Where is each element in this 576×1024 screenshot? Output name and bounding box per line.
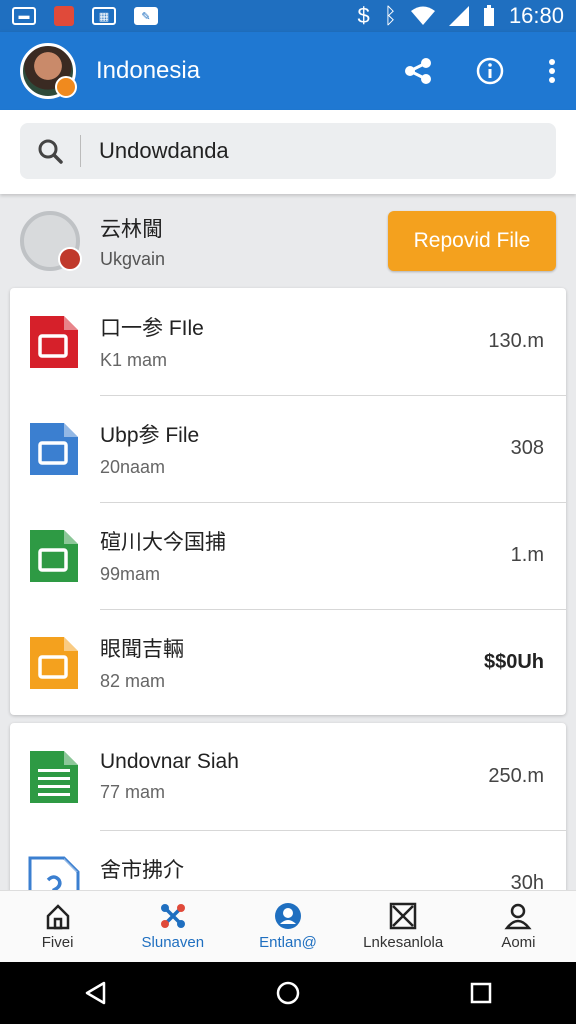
list-item[interactable]: 口一参 FIle K1 mam 130.m — [10, 288, 566, 395]
owner-row: 云林閫 Ukgvain Repovid File — [0, 204, 576, 278]
app-bar: Indonesia — [0, 32, 576, 110]
nav-label: Slunaven — [141, 934, 205, 951]
notification-icon: ▬ — [12, 7, 36, 25]
status-bar: ▬ ▦ ✎ $ ᛒ 16:80 — [0, 0, 576, 32]
doc-file-icon — [28, 421, 80, 477]
nav-label: Aomi — [501, 934, 536, 951]
slides-file-icon — [28, 635, 80, 691]
list-item[interactable]: Undovnar Siah 77 mam 250.m — [10, 723, 566, 830]
owner-name: 云林閫 — [100, 217, 163, 241]
file-size: $$0Uh — [483, 651, 544, 673]
signal-icon — [448, 6, 469, 26]
provide-file-button[interactable]: Repovid File — [388, 211, 556, 271]
dollar-icon: $ — [357, 3, 370, 28]
file-name: 眼聞吉輛 — [100, 638, 184, 661]
app-icon — [54, 6, 74, 26]
system-navigation-bar — [0, 962, 576, 1024]
file-size: 308 — [510, 437, 544, 459]
nav-item[interactable]: Entlan@ — [230, 891, 345, 962]
nav-item[interactable]: Fivei — [0, 891, 115, 962]
nav-label: Entlan@ — [259, 934, 317, 951]
share-icon[interactable] — [404, 57, 432, 85]
avatar[interactable] — [20, 43, 77, 99]
file-name: Undovnar Siah — [100, 750, 239, 773]
owner-avatar[interactable] — [20, 211, 82, 271]
page-title: Indonesia — [96, 57, 201, 84]
search-card — [0, 110, 576, 194]
bluetooth-icon: ᛒ — [383, 3, 397, 28]
pdf-file-icon — [28, 314, 80, 370]
search-icon — [38, 139, 63, 164]
edit-icon: ✎ — [134, 7, 158, 25]
file-name: 舍市拂介 — [100, 859, 184, 882]
info-icon[interactable] — [476, 57, 504, 85]
nav-item[interactable]: Aomi — [461, 891, 576, 962]
file-meta: 77 mam — [100, 782, 166, 802]
nav-label: Lnkesanlola — [363, 934, 444, 951]
file-name: 口一参 FIle — [100, 317, 204, 340]
file-list-card: 口一参 FIle K1 mam 130.m Ubp参 File 20naam 308 碹川大… — [10, 288, 566, 715]
file-meta: 20naam — [100, 457, 166, 477]
owner-badge-icon — [58, 247, 82, 271]
back-icon[interactable] — [84, 981, 106, 1005]
file-size: 1.m — [510, 544, 544, 566]
battery-icon — [483, 5, 494, 26]
file-size: 130.m — [488, 330, 544, 352]
home-button-icon[interactable] — [275, 980, 301, 1006]
list-item[interactable]: 眼聞吉輛 82 mam $$0Uh — [10, 609, 566, 715]
file-meta: K1 mam — [100, 350, 168, 370]
more-vert-icon[interactable] — [548, 58, 556, 84]
avatar-badge-icon — [55, 76, 77, 98]
search-divider — [80, 135, 81, 167]
file-name: Ubp参 File — [100, 424, 200, 447]
file-meta: 82 mam — [100, 671, 166, 691]
nav-item[interactable]: Lnkesanlola — [346, 891, 461, 962]
status-time: 16:80 — [508, 3, 564, 28]
box-x-icon — [389, 902, 417, 930]
list-item[interactable]: Ubp参 File 20naam 308 — [10, 395, 566, 502]
grid-icon: ▦ — [92, 7, 116, 25]
search-input[interactable] — [99, 138, 499, 164]
wifi-icon — [410, 6, 435, 25]
person-icon — [504, 903, 532, 930]
list-item[interactable]: 碹川大今国捕 99mam 1.m — [10, 502, 566, 609]
spreadsheet-file-icon — [28, 749, 80, 805]
file-size: 250.m — [488, 765, 544, 787]
search-bar[interactable] — [20, 123, 556, 179]
sheet-file-icon — [28, 528, 80, 584]
shared-icon — [160, 904, 185, 928]
owner-subtitle: Ukgvain — [100, 248, 166, 269]
recents-icon[interactable] — [470, 982, 492, 1004]
file-meta: 99mam — [100, 564, 161, 584]
home-icon — [46, 904, 69, 930]
nav-item[interactable]: Slunaven — [115, 891, 230, 962]
bottom-navigation: Fivei Slunaven Entlan@ Lnkesanlola Aomi — [0, 890, 576, 962]
file-name: 碹川大今国捕 — [100, 531, 226, 554]
nav-label: Fivei — [41, 934, 74, 951]
account-circle-icon — [275, 903, 301, 929]
